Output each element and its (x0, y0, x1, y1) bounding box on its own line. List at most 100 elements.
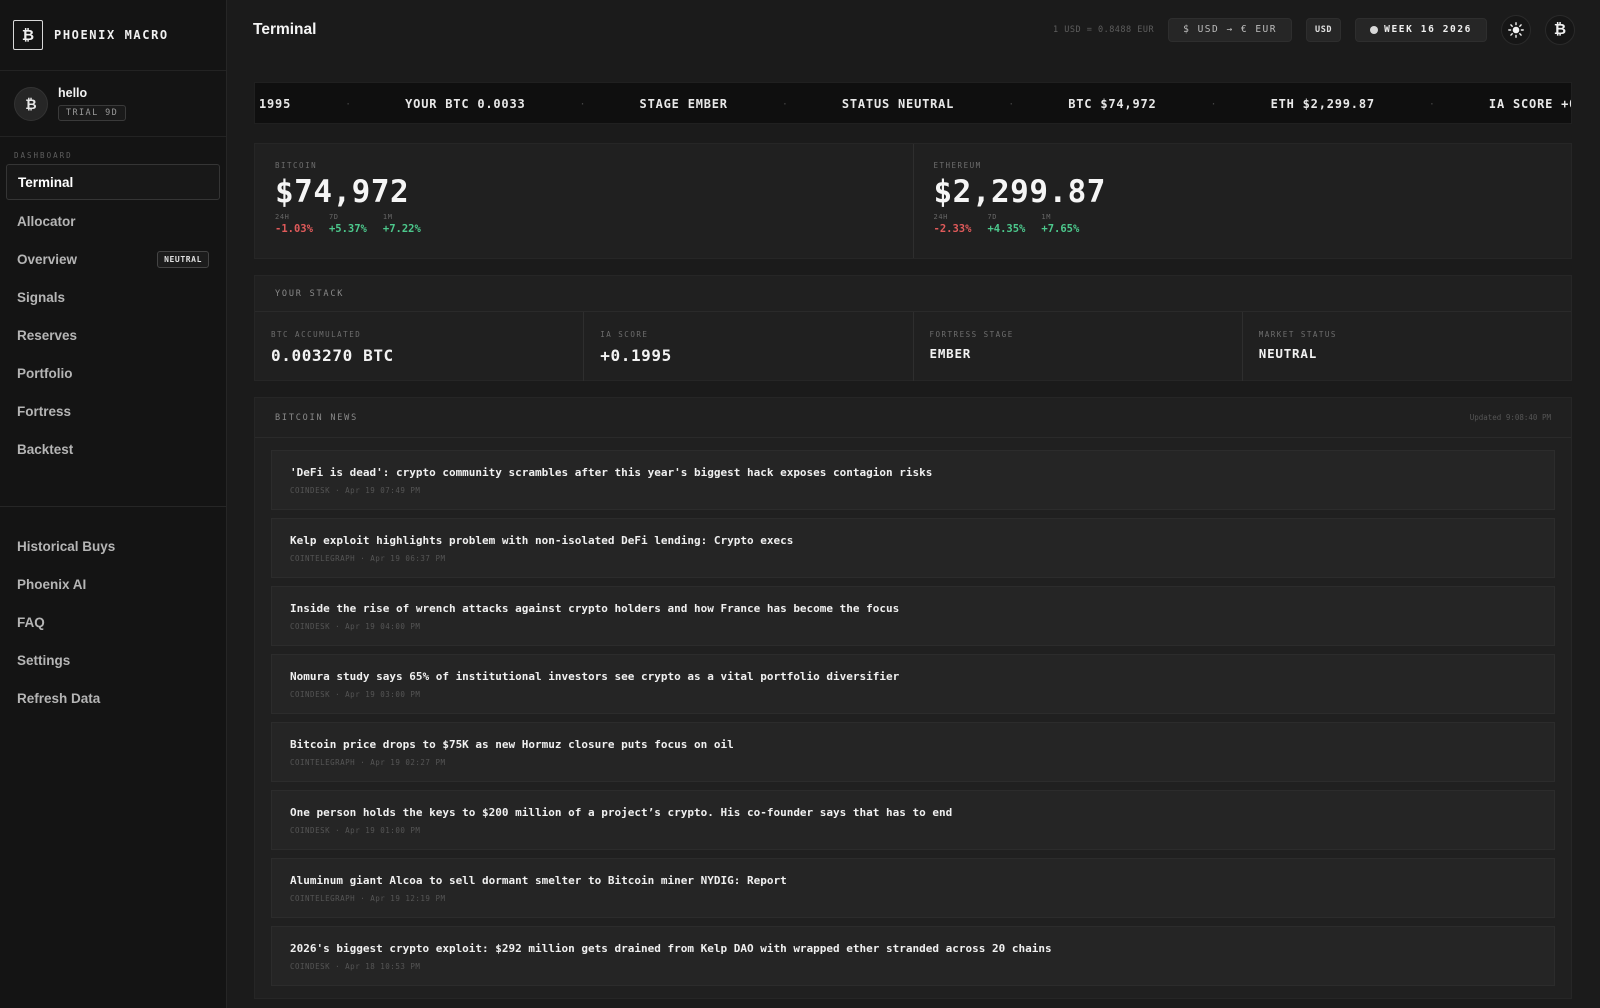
sidebar-item-label: Refresh Data (17, 690, 101, 706)
sidebar-nav: Terminal Allocator Overview NEUTRAL Sign… (0, 164, 226, 468)
ticker-separator: · (1008, 98, 1015, 110)
news-item[interactable]: Aluminum giant Alcoa to sell dormant sme… (271, 858, 1555, 918)
news-list: 'DeFi is dead': crypto community scrambl… (255, 438, 1571, 986)
sidebar-item-backtest[interactable]: Backtest (6, 430, 220, 468)
news-item[interactable]: 2026's biggest crypto exploit: $292 mill… (271, 926, 1555, 986)
news-item[interactable]: Bitcoin price drops to $75K as new Hormu… (271, 722, 1555, 782)
news-item[interactable]: Inside the rise of wrench attacks agains… (271, 586, 1555, 646)
currency-toggle-button[interactable]: USD (1306, 17, 1342, 42)
bitcoin-button[interactable]: ₿ (1545, 14, 1575, 45)
change-value: +7.65% (1041, 223, 1080, 235)
sidebar-item-label: Signals (17, 289, 66, 305)
sidebar-item-label: Portfolio (17, 365, 73, 381)
news-meta: COINTELEGRAPH · Apr 19 06:37 PM (290, 554, 446, 563)
news-title: Aluminum giant Alcoa to sell dormant sme… (290, 874, 787, 887)
news-meta: COINDESK · Apr 19 03:00 PM (290, 690, 421, 699)
news-meta: COINDESK · Apr 18 10:53 PM (290, 962, 421, 971)
news-item[interactable]: Kelp exploit highlights problem with non… (271, 518, 1555, 578)
change-value: +4.35% (987, 223, 1026, 235)
change-value: -1.03% (275, 223, 313, 235)
ticker-item: YOUR BTC 0.0033 (405, 97, 526, 111)
stack-cell-market-status: MARKET STATUS NEUTRAL (1241, 312, 1571, 381)
news-title: One person holds the keys to $200 millio… (290, 806, 953, 819)
ethereum-price: $2,299.87 (933, 174, 1106, 210)
news-panel: BITCOIN NEWS Updated 9:08:40 PM 'DeFi is… (254, 397, 1572, 999)
sun-icon (1508, 21, 1524, 38)
news-item[interactable]: 'DeFi is dead': crypto community scrambl… (271, 450, 1555, 510)
news-meta: COINTELEGRAPH · Apr 19 12:19 PM (290, 894, 446, 903)
ticker-separator: · (1210, 98, 1217, 110)
sidebar: ₿ PHOENIX MACRO ₿ hello TRIAL 9D DASHBOA… (0, 0, 227, 1008)
news-title: 2026's biggest crypto exploit: $292 mill… (290, 942, 1052, 955)
price-panel: BITCOIN $74,972 24H -1.03% 7D +5.37% 1M +7.… (254, 143, 1572, 259)
change-label: 1M (382, 213, 393, 221)
fx-rate: 1 USD = 0.8488 EUR (1053, 24, 1155, 35)
ticker-separator: · (1428, 98, 1435, 110)
theme-toggle-button[interactable] (1501, 14, 1531, 45)
news-title: Inside the rise of wrench attacks agains… (290, 602, 900, 615)
sidebar-item-label: Historical Buys (17, 538, 116, 554)
ticker-separator: · (345, 98, 352, 110)
bitcoin-price-card[interactable]: BITCOIN $74,972 24H -1.03% 7D +5.37% 1M +7.… (255, 144, 913, 258)
avatar[interactable]: ₿ (14, 86, 48, 121)
sidebar-item-label: Reserves (17, 327, 78, 343)
sidebar-item-phoenix-ai[interactable]: Phoenix AI (6, 565, 220, 603)
news-meta: COINDESK · Apr 19 01:00 PM (290, 826, 421, 835)
brand[interactable]: ₿ PHOENIX MACRO (0, 0, 226, 71)
news-title: Kelp exploit highlights problem with non… (290, 534, 794, 547)
bitcoin-logo-icon: ₿ (13, 20, 43, 50)
sidebar-item-settings[interactable]: Settings (6, 641, 220, 679)
change-24h: 24H -1.03% (275, 213, 313, 235)
news-item[interactable]: One person holds the keys to $200 millio… (271, 790, 1555, 850)
ticker-bar: 1995 · YOUR BTC 0.0033 · STAGE EMBER · S… (254, 82, 1572, 124)
sidebar-item-refresh-data[interactable]: Refresh Data (6, 679, 220, 717)
change-label: 7D (328, 213, 339, 221)
sidebar-item-overview[interactable]: Overview NEUTRAL (6, 240, 220, 278)
sidebar-item-label: Allocator (17, 213, 76, 229)
user-profile[interactable]: ₿ hello TRIAL 9D (0, 71, 226, 137)
sidebar-item-portfolio[interactable]: Portfolio (6, 354, 220, 392)
change-label: 7D (987, 213, 998, 221)
sidebar-item-historical-buys[interactable]: Historical Buys (6, 527, 220, 565)
change-1m: 1M +7.65% (1041, 213, 1079, 235)
change-label: 24H (275, 213, 290, 221)
stat-label: BTC ACCUMULATED (271, 330, 362, 339)
ethereum-price-card[interactable]: ETHEREUM $2,299.87 24H -2.33% 7D +4.35% 1M… (912, 144, 1572, 258)
ticker-item: IA SCORE +0.1995 (1488, 97, 1571, 111)
news-title: Nomura study says 65% of institutional i… (290, 670, 900, 683)
sidebar-nav-secondary: Historical Buys Phoenix AI FAQ Settings … (0, 527, 226, 717)
topbar: Terminal 1 USD = 0.8488 EUR $ USD → € EU… (228, 0, 1600, 59)
sidebar-item-faq[interactable]: FAQ (6, 603, 220, 641)
trial-badge: TRIAL 9D (58, 105, 127, 121)
ticker-separator: · (579, 98, 586, 110)
ticker-item: ETH $2,299.87 (1270, 97, 1375, 111)
user-name: hello (58, 86, 88, 100)
bitcoin-icon: ₿ (1553, 21, 1567, 38)
sidebar-item-label: Fortress (17, 403, 72, 419)
news-item[interactable]: Nomura study says 65% of institutional i… (271, 654, 1555, 714)
currency-convert-button[interactable]: $ USD → € EUR (1168, 17, 1292, 42)
stat-label: FORTRESS STAGE (929, 330, 1014, 339)
sidebar-item-fortress[interactable]: Fortress (6, 392, 220, 430)
stat-value: EMBER (929, 346, 972, 361)
change-7d: 7D +4.35% (987, 213, 1025, 235)
sidebar-item-terminal[interactable]: Terminal (6, 164, 220, 200)
sidebar-item-label: Phoenix AI (17, 576, 87, 592)
sidebar-item-allocator[interactable]: Allocator (6, 202, 220, 240)
stat-label: MARKET STATUS (1258, 330, 1337, 339)
ticker-track: 1995 · YOUR BTC 0.0033 · STAGE EMBER · S… (259, 83, 1571, 123)
news-title: 'DeFi is dead': crypto community scrambl… (290, 466, 933, 479)
sidebar-item-reserves[interactable]: Reserves (6, 316, 220, 354)
status-dot-icon (1370, 25, 1379, 34)
stack-cell-fortress-stage: FORTRESS STAGE EMBER (912, 312, 1242, 381)
sidebar-item-label: Backtest (17, 441, 74, 457)
ticker-item: STAGE EMBER (639, 97, 728, 111)
status-badge: NEUTRAL (157, 250, 209, 268)
asset-label: ETHEREUM (933, 161, 982, 170)
change-label: 1M (1041, 213, 1052, 221)
sidebar-item-signals[interactable]: Signals (6, 278, 220, 316)
change-value: +5.37% (328, 223, 367, 235)
section-title: YOUR STACK (275, 288, 345, 299)
bitcoin-price: $74,972 (275, 174, 410, 210)
ticker-item: BTC $74,972 (1068, 97, 1157, 111)
